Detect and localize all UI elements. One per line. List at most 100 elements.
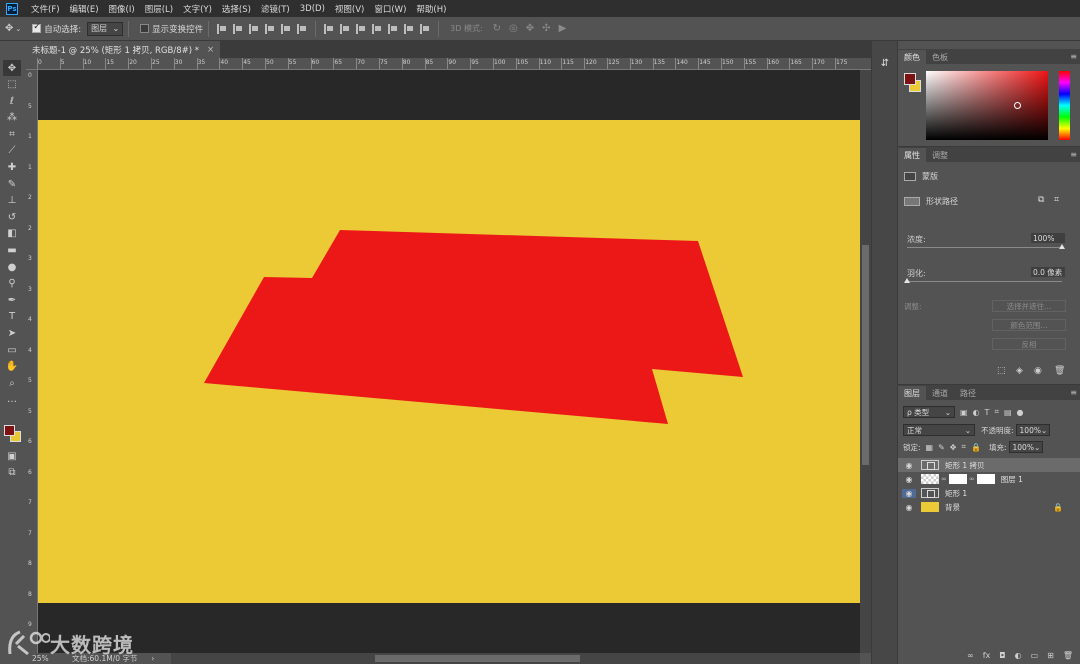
marquee-tool-icon[interactable]: ⬚ (3, 77, 21, 93)
distribute-bottom-icon[interactable] (356, 23, 366, 34)
lasso-tool-icon[interactable]: ℓ (3, 93, 21, 109)
quick-mask-icon[interactable]: ▣ (3, 448, 21, 464)
foreground-color-swatch[interactable] (4, 425, 15, 436)
distribute-top-icon[interactable] (324, 23, 334, 34)
tab-adjustments[interactable]: 调整 (926, 148, 954, 162)
feather-slider-knob[interactable] (904, 278, 910, 283)
density-slider-knob[interactable] (1059, 244, 1065, 249)
align-vcenter-icon[interactable] (233, 23, 243, 34)
filter-pixel-icon[interactable]: ▣ (960, 408, 968, 417)
menu-3d[interactable]: 3D(D) (295, 4, 330, 14)
history-panel-icon[interactable]: ⇵ (878, 58, 892, 72)
move-tool-icon[interactable]: ✥ (3, 60, 21, 76)
crop-tool-icon[interactable]: ⌗ (3, 126, 21, 142)
type-tool-icon[interactable]: T (3, 309, 21, 325)
align-bottom-icon[interactable] (249, 23, 259, 34)
menu-window[interactable]: 窗口(W) (369, 3, 411, 15)
filter-shape-icon[interactable]: ⌗ (994, 407, 999, 417)
tab-channels[interactable]: 通道 (926, 386, 954, 400)
3d-pan-icon[interactable]: ✥ (526, 23, 534, 34)
distribute-left-icon[interactable] (372, 23, 382, 34)
lock-transparent-icon[interactable]: ▦ (926, 443, 934, 452)
distribute-hcenter-icon[interactable] (388, 23, 398, 34)
3d-roll-icon[interactable]: ◎ (509, 23, 518, 34)
filter-toggle-icon[interactable]: ● (1017, 408, 1024, 417)
path-selection-tool-icon[interactable]: ➤ (3, 326, 21, 342)
fill-field[interactable]: 100% ⌄ (1008, 441, 1043, 453)
eye-icon[interactable]: ◉ (902, 503, 916, 512)
distribute-vcenter-icon[interactable] (340, 23, 350, 34)
load-selection-icon[interactable]: ⬚ (997, 366, 1006, 376)
status-arrow-icon[interactable]: › (151, 654, 154, 663)
menu-select[interactable]: 选择(S) (217, 3, 256, 15)
layer-filter-dropdown[interactable]: ρ 类型 ⌄ (903, 406, 955, 418)
layer-row[interactable]: ◉ 矩形 1 (898, 486, 1080, 500)
panel-menu-icon[interactable]: ≡ (1070, 52, 1077, 61)
density-value[interactable]: 100% (1031, 233, 1065, 243)
pen-tool-icon[interactable]: ✒ (3, 292, 21, 308)
vector-mask-icon[interactable]: ⌗ (1054, 195, 1059, 205)
blur-tool-icon[interactable]: ● (3, 259, 21, 275)
vertical-scrollbar-thumb[interactable] (862, 245, 869, 465)
menu-edit[interactable]: 编辑(E) (65, 3, 104, 15)
auto-select-dropdown[interactable]: 图层 ⌄ (87, 21, 124, 36)
eye-icon[interactable]: ◉ (1034, 366, 1042, 376)
menu-file[interactable]: 文件(F) (26, 3, 65, 15)
delete-layer-icon[interactable]: 🗑 (1063, 651, 1073, 660)
dodge-tool-icon[interactable]: ⚲ (3, 276, 21, 292)
color-picker-field[interactable] (926, 71, 1048, 140)
feather-value[interactable]: 0.0 像素 (1031, 267, 1065, 277)
eye-icon[interactable]: ◉ (902, 488, 916, 498)
close-icon[interactable]: × (207, 45, 214, 55)
eraser-tool-icon[interactable]: ◧ (3, 226, 21, 242)
menu-layer[interactable]: 图层(L) (140, 3, 178, 15)
tab-swatches[interactable]: 色板 (926, 50, 954, 64)
align-top-icon[interactable] (217, 23, 227, 34)
horizontal-scrollbar-thumb[interactable] (375, 655, 580, 662)
layer-name[interactable]: 矩形 1 (945, 488, 967, 499)
new-layer-icon[interactable]: ⊞ (1047, 651, 1054, 660)
tab-color[interactable]: 颜色 (898, 50, 926, 64)
feather-slider-track[interactable] (907, 281, 1062, 282)
layer-row[interactable]: ◉ ∞ ∞ 图层 1 (898, 472, 1080, 486)
rectangle-tool-icon[interactable]: ▭ (3, 342, 21, 358)
new-group-icon[interactable]: ▭ (1031, 651, 1039, 660)
lock-all-icon[interactable]: 🔒 (971, 443, 981, 452)
3d-slide-icon[interactable]: ✣ (542, 23, 550, 34)
menu-image[interactable]: 图像(I) (104, 3, 140, 15)
eye-icon[interactable]: ◉ (902, 461, 916, 470)
chevron-down-icon[interactable]: ⌄ (15, 25, 21, 33)
tab-layers[interactable]: 图层 (898, 386, 926, 400)
align-right-icon[interactable] (297, 23, 307, 34)
apply-mask-icon[interactable]: ◈ (1016, 366, 1023, 376)
3d-orbit-icon[interactable]: ↻ (493, 23, 501, 34)
layer-name[interactable]: 图层 1 (1001, 474, 1023, 485)
filter-smart-object-icon[interactable]: ▤ (1004, 408, 1012, 417)
invert-button[interactable]: 反相 (992, 338, 1066, 350)
3d-camera-icon[interactable]: ▶ (559, 23, 567, 34)
align-left-icon[interactable] (265, 23, 275, 34)
align-hcenter-icon[interactable] (281, 23, 291, 34)
blend-mode-dropdown[interactable]: 正常 ⌄ (903, 424, 975, 436)
hand-tool-icon[interactable]: ✋ (3, 359, 21, 375)
horizontal-scrollbar[interactable] (170, 653, 860, 664)
canvas-pasteboard[interactable] (38, 70, 860, 653)
tab-properties[interactable]: 属性 (898, 148, 926, 162)
color-panel-foreground-swatch[interactable] (904, 73, 916, 85)
add-mask-icon[interactable]: ◘ (999, 651, 1005, 660)
layer-name[interactable]: 矩形 1 拷贝 (945, 460, 985, 471)
menu-filter[interactable]: 滤镜(T) (256, 3, 295, 15)
auto-align-icon[interactable] (420, 23, 430, 34)
link-layers-icon[interactable]: ∞ (967, 651, 974, 660)
density-slider-track[interactable] (907, 247, 1062, 248)
layer-row[interactable]: ◉ 背景 🔒 (898, 500, 1080, 514)
screen-mode-icon[interactable]: ⧉ (3, 464, 21, 480)
panel-menu-icon[interactable]: ≡ (1070, 150, 1077, 159)
move-tool-icon[interactable]: ✥ (5, 23, 13, 34)
select-and-mask-button[interactable]: 选择并遮住... (992, 300, 1066, 312)
layer-name[interactable]: 背景 (945, 502, 960, 513)
eye-icon[interactable]: ◉ (902, 475, 916, 484)
color-picker-cursor[interactable] (1014, 102, 1021, 109)
history-brush-tool-icon[interactable]: ↺ (3, 209, 21, 225)
delete-icon[interactable]: 🗑 (1054, 366, 1065, 376)
